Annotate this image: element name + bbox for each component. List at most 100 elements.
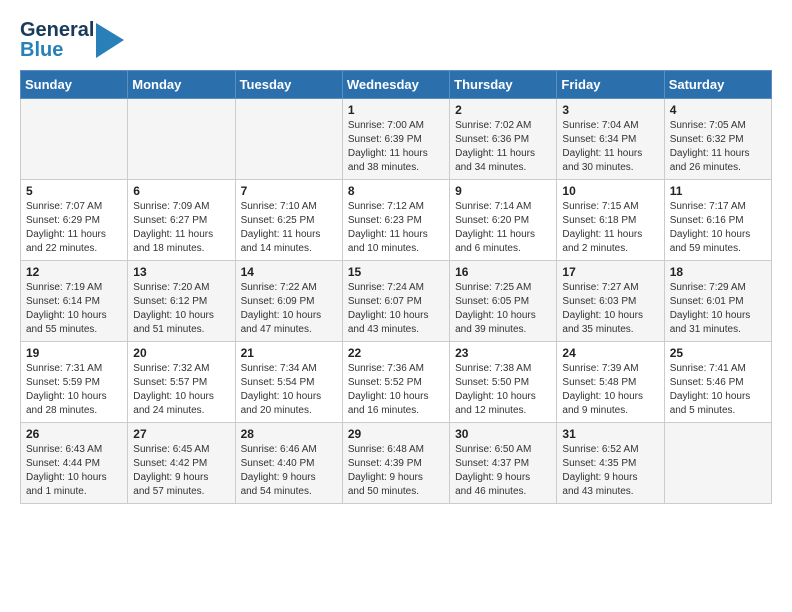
calendar-cell: 12 Sunrise: 7:19 AMSunset: 6:14 PMDayligh… xyxy=(21,261,128,342)
calendar-week-1: 1 Sunrise: 7:00 AMSunset: 6:39 PMDaylight… xyxy=(21,99,772,180)
day-number: 15 xyxy=(348,265,444,279)
calendar-week-5: 26 Sunrise: 6:43 AMSunset: 4:44 PMDayligh… xyxy=(21,423,772,504)
day-number: 3 xyxy=(562,103,658,117)
day-number: 16 xyxy=(455,265,551,279)
calendar-cell: 20 Sunrise: 7:32 AMSunset: 5:57 PMDayligh… xyxy=(128,342,235,423)
day-info: Sunrise: 7:22 AMSunset: 6:09 PMDaylight:… xyxy=(241,281,337,337)
day-info: Sunrise: 7:25 AMSunset: 6:05 PMDaylight:… xyxy=(455,281,551,337)
day-number: 13 xyxy=(133,265,229,279)
calendar-cell: 25 Sunrise: 7:41 AMSunset: 5:46 PMDayligh… xyxy=(664,342,771,423)
weekday-header-saturday: Saturday xyxy=(664,71,771,99)
day-info: Sunrise: 6:52 AMSunset: 4:35 PMDaylight:… xyxy=(562,443,658,499)
day-info: Sunrise: 6:43 AMSunset: 4:44 PMDaylight:… xyxy=(26,443,122,499)
day-info: Sunrise: 6:46 AMSunset: 4:40 PMDaylight:… xyxy=(241,443,337,499)
calendar-cell: 29 Sunrise: 6:48 AMSunset: 4:39 PMDayligh… xyxy=(342,423,449,504)
calendar-cell: 26 Sunrise: 6:43 AMSunset: 4:44 PMDayligh… xyxy=(21,423,128,504)
calendar-cell: 11 Sunrise: 7:17 AMSunset: 6:16 PMDayligh… xyxy=(664,180,771,261)
day-number: 26 xyxy=(26,427,122,441)
calendar-cell xyxy=(21,99,128,180)
calendar-week-2: 5Sunrise: 7:07 AMSunset: 6:29 PMDaylight… xyxy=(21,180,772,261)
logo-general: General xyxy=(20,20,94,40)
weekday-header-tuesday: Tuesday xyxy=(235,71,342,99)
day-info: Sunrise: 7:10 AMSunset: 6:25 PMDaylight:… xyxy=(241,200,337,256)
day-info: Sunrise: 7:34 AMSunset: 5:54 PMDaylight:… xyxy=(241,362,337,418)
calendar-cell: 18 Sunrise: 7:29 AMSunset: 6:01 PMDayligh… xyxy=(664,261,771,342)
day-info: Sunrise: 7:36 AMSunset: 5:52 PMDaylight:… xyxy=(348,362,444,418)
day-info: Sunrise: 7:31 AMSunset: 5:59 PMDaylight:… xyxy=(26,362,122,418)
day-number: 21 xyxy=(241,346,337,360)
day-number: 8 xyxy=(348,184,444,198)
day-number: 23 xyxy=(455,346,551,360)
calendar-cell xyxy=(235,99,342,180)
day-number: 29 xyxy=(348,427,444,441)
day-number: 30 xyxy=(455,427,551,441)
day-info: Sunrise: 7:14 AMSunset: 6:20 PMDaylight:… xyxy=(455,200,551,256)
day-info: Sunrise: 7:09 AMSunset: 6:27 PMDaylight:… xyxy=(133,200,229,256)
day-number: 4 xyxy=(670,103,766,117)
logo: General Blue xyxy=(20,20,124,60)
day-info: Sunrise: 7:04 AMSunset: 6:34 PMDaylight:… xyxy=(562,119,658,175)
day-info: Sunrise: 6:45 AMSunset: 4:42 PMDaylight:… xyxy=(133,443,229,499)
calendar-cell: 23 Sunrise: 7:38 AMSunset: 5:50 PMDayligh… xyxy=(450,342,557,423)
calendar-cell: 2 Sunrise: 7:02 AMSunset: 6:36 PMDaylight… xyxy=(450,99,557,180)
calendar-cell xyxy=(128,99,235,180)
day-number: 12 xyxy=(26,265,122,279)
day-info: Sunrise: 7:19 AMSunset: 6:14 PMDaylight:… xyxy=(26,281,122,337)
day-number: 17 xyxy=(562,265,658,279)
day-number: 9 xyxy=(455,184,551,198)
calendar-cell: 3 Sunrise: 7:04 AMSunset: 6:34 PMDaylight… xyxy=(557,99,664,180)
weekday-header-monday: Monday xyxy=(128,71,235,99)
day-info: Sunrise: 7:41 AMSunset: 5:46 PMDaylight:… xyxy=(670,362,766,418)
day-info: Sunrise: 7:38 AMSunset: 5:50 PMDaylight:… xyxy=(455,362,551,418)
day-number: 28 xyxy=(241,427,337,441)
day-number: 24 xyxy=(562,346,658,360)
calendar-cell: 16 Sunrise: 7:25 AMSunset: 6:05 PMDayligh… xyxy=(450,261,557,342)
logo-blue: Blue xyxy=(20,40,94,60)
calendar-cell: 1 Sunrise: 7:00 AMSunset: 6:39 PMDaylight… xyxy=(342,99,449,180)
calendar-cell: 30Sunrise: 6:50 AMSunset: 4:37 PMDayligh… xyxy=(450,423,557,504)
day-info: Sunrise: 7:24 AMSunset: 6:07 PMDaylight:… xyxy=(348,281,444,337)
day-number: 1 xyxy=(348,103,444,117)
day-info: Sunrise: 7:17 AMSunset: 6:16 PMDaylight:… xyxy=(670,200,766,256)
calendar-cell: 6Sunrise: 7:09 AMSunset: 6:27 PMDaylight… xyxy=(128,180,235,261)
calendar-cell: 15 Sunrise: 7:24 AMSunset: 6:07 PMDayligh… xyxy=(342,261,449,342)
day-number: 22 xyxy=(348,346,444,360)
calendar-cell: 24 Sunrise: 7:39 AMSunset: 5:48 PMDayligh… xyxy=(557,342,664,423)
page-header: General Blue xyxy=(20,20,772,60)
logo-arrow-icon xyxy=(96,23,124,58)
calendar-cell: 27Sunrise: 6:45 AMSunset: 4:42 PMDayligh… xyxy=(128,423,235,504)
calendar-cell: 10Sunrise: 7:15 AMSunset: 6:18 PMDayligh… xyxy=(557,180,664,261)
day-info: Sunrise: 7:29 AMSunset: 6:01 PMDaylight:… xyxy=(670,281,766,337)
day-info: Sunrise: 7:32 AMSunset: 5:57 PMDaylight:… xyxy=(133,362,229,418)
weekday-header-thursday: Thursday xyxy=(450,71,557,99)
calendar-cell: 31 Sunrise: 6:52 AMSunset: 4:35 PMDayligh… xyxy=(557,423,664,504)
calendar-cell: 28 Sunrise: 6:46 AMSunset: 4:40 PMDayligh… xyxy=(235,423,342,504)
day-info: Sunrise: 6:48 AMSunset: 4:39 PMDaylight:… xyxy=(348,443,444,499)
day-info: Sunrise: 7:39 AMSunset: 5:48 PMDaylight:… xyxy=(562,362,658,418)
day-info: Sunrise: 7:05 AMSunset: 6:32 PMDaylight:… xyxy=(670,119,766,175)
day-info: Sunrise: 7:00 AMSunset: 6:39 PMDaylight:… xyxy=(348,119,444,175)
day-number: 18 xyxy=(670,265,766,279)
calendar-cell: 14 Sunrise: 7:22 AMSunset: 6:09 PMDayligh… xyxy=(235,261,342,342)
calendar-cell: 13Sunrise: 7:20 AMSunset: 6:12 PMDayligh… xyxy=(128,261,235,342)
weekday-header-friday: Friday xyxy=(557,71,664,99)
calendar-cell: 19 Sunrise: 7:31 AMSunset: 5:59 PMDayligh… xyxy=(21,342,128,423)
calendar-cell: 8 Sunrise: 7:12 AMSunset: 6:23 PMDaylight… xyxy=(342,180,449,261)
day-info: Sunrise: 7:12 AMSunset: 6:23 PMDaylight:… xyxy=(348,200,444,256)
calendar-cell: 22 Sunrise: 7:36 AMSunset: 5:52 PMDayligh… xyxy=(342,342,449,423)
day-number: 19 xyxy=(26,346,122,360)
calendar-week-3: 12 Sunrise: 7:19 AMSunset: 6:14 PMDayligh… xyxy=(21,261,772,342)
day-info: Sunrise: 7:27 AMSunset: 6:03 PMDaylight:… xyxy=(562,281,658,337)
calendar-table: SundayMondayTuesdayWednesdayThursdayFrid… xyxy=(20,70,772,504)
day-info: Sunrise: 7:15 AMSunset: 6:18 PMDaylight:… xyxy=(562,200,658,256)
day-number: 20 xyxy=(133,346,229,360)
day-number: 11 xyxy=(670,184,766,198)
calendar-week-4: 19 Sunrise: 7:31 AMSunset: 5:59 PMDayligh… xyxy=(21,342,772,423)
day-info: Sunrise: 7:02 AMSunset: 6:36 PMDaylight:… xyxy=(455,119,551,175)
day-number: 14 xyxy=(241,265,337,279)
calendar-cell: 9 Sunrise: 7:14 AMSunset: 6:20 PMDaylight… xyxy=(450,180,557,261)
day-number: 25 xyxy=(670,346,766,360)
day-number: 2 xyxy=(455,103,551,117)
day-number: 7 xyxy=(241,184,337,198)
day-number: 31 xyxy=(562,427,658,441)
